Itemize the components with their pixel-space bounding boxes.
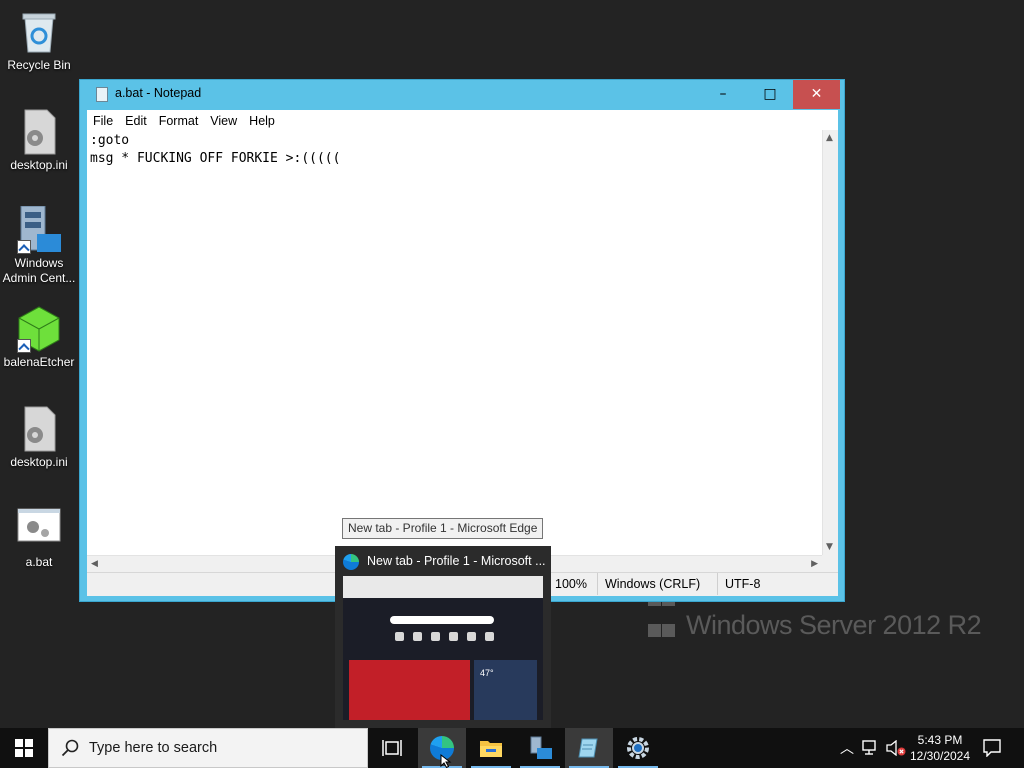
status-encoding: UTF-8 [717, 573, 760, 595]
settings-file-icon [15, 108, 63, 156]
edge-thumbnail-preview[interactable]: New tab - Profile 1 - Microsoft ... 47° [335, 546, 551, 728]
quicklink-icon [395, 632, 404, 641]
taskbar-app-server-manager[interactable] [516, 728, 564, 768]
preview-thumbnail[interactable]: 47° [343, 576, 543, 720]
minimize-button[interactable]: – [700, 80, 746, 109]
desktop-icon-label: Windows Admin Cent... [2, 256, 76, 285]
quicklink-icon [467, 632, 476, 641]
menu-bar: File Edit Format View Help [87, 110, 838, 130]
notepad-icon [578, 738, 598, 758]
window-title: a.bat - Notepad [115, 86, 202, 100]
text-editor[interactable]: :goto msg * FUCKING OFF FORKIE >:((((( [87, 130, 822, 555]
close-button[interactable]: ✕ [793, 80, 840, 109]
search-icon [61, 739, 79, 757]
task-view-button[interactable] [368, 728, 416, 768]
status-line-endings: Windows (CRLF) [597, 573, 700, 595]
scroll-down-icon[interactable]: ▼ [826, 542, 833, 552]
volume-muted-icon[interactable] [886, 740, 906, 756]
taskbar-tooltip: New tab - Profile 1 - Microsoft Edge [342, 518, 544, 539]
shortcut-arrow-icon [17, 339, 31, 353]
weather-temperature: 47° [480, 668, 494, 678]
menu-file[interactable]: File [87, 112, 119, 131]
menu-format[interactable]: Format [153, 112, 205, 131]
notifications-icon[interactable] [983, 739, 1001, 757]
scroll-right-icon[interactable]: ▶ [811, 559, 818, 569]
desktop-icon-label: Recycle Bin [7, 58, 71, 72]
batch-file-icon [15, 505, 63, 553]
desktop-icon-label: a.bat [25, 555, 53, 569]
scroll-corner [822, 555, 838, 572]
clock-time: 5:43 PM [917, 733, 963, 747]
scroll-up-icon[interactable]: ▲ [826, 133, 833, 143]
desktop-icon-recycle-bin[interactable]: Recycle Bin [0, 8, 78, 73]
cube-icon [15, 305, 63, 353]
browser-search-bar [390, 616, 494, 624]
edge-icon [343, 554, 359, 570]
settings-icon [627, 737, 649, 759]
weather-card: 47° [474, 660, 537, 720]
taskbar-app-file-explorer[interactable] [467, 728, 515, 768]
quicklink-icon [485, 632, 494, 641]
network-icon[interactable] [862, 740, 880, 756]
taskbar-app-notepad[interactable] [565, 728, 613, 768]
task-view-icon [382, 740, 402, 756]
system-clock[interactable]: 5:43 PM 12/30/2024 [905, 732, 975, 764]
browser-toolbar [343, 576, 543, 598]
maximize-button[interactable]: □ [747, 80, 793, 109]
news-card [349, 660, 470, 720]
server-manager-icon [530, 736, 552, 759]
vertical-scrollbar[interactable]: ▲ ▼ [822, 130, 838, 555]
settings-file-icon [15, 405, 63, 453]
file-explorer-icon [480, 741, 502, 757]
taskbar-search-box[interactable]: Type here to search [48, 728, 368, 768]
mouse-cursor-icon [440, 754, 452, 768]
clock-date: 12/30/2024 [909, 749, 971, 763]
recycle-bin-icon [15, 8, 63, 56]
scroll-left-icon[interactable]: ◀ [91, 559, 98, 569]
desktop-icon-windows-admin-center[interactable]: Windows Admin Cent... [0, 205, 78, 286]
start-button[interactable] [0, 728, 48, 768]
quicklink-icon [431, 632, 440, 641]
preview-title: New tab - Profile 1 - Microsoft ... [367, 554, 546, 568]
menu-edit[interactable]: Edit [119, 112, 153, 131]
show-hidden-icons-chevron-icon[interactable]: ︿ [840, 738, 854, 758]
desktop-icon-label: desktop.ini [10, 158, 68, 172]
desktop-icon-balenaetcher[interactable]: balenaEtcher [0, 305, 78, 370]
menu-help[interactable]: Help [243, 112, 281, 131]
quicklink-icon [413, 632, 422, 641]
desktop-icon-label: balenaEtcher [3, 355, 75, 369]
taskbar: Type here to search ︿ 5:43 PM 12/30/2024 [0, 728, 1024, 768]
windows-start-icon [15, 739, 33, 757]
menu-view[interactable]: View [204, 112, 243, 131]
taskbar-app-settings[interactable] [614, 728, 662, 768]
server-admin-icon [15, 205, 63, 254]
shortcut-arrow-icon [17, 240, 31, 254]
desktop-icon-desktop-ini[interactable]: desktop.ini [0, 108, 78, 173]
status-zoom: 100% [547, 573, 587, 595]
search-placeholder: Type here to search [89, 740, 218, 756]
quicklink-icon [449, 632, 458, 641]
title-bar[interactable]: a.bat - Notepad – □ ✕ [80, 80, 844, 110]
browser-page: 47° [343, 598, 543, 720]
desktop-icon-a-bat[interactable]: a.bat [0, 505, 78, 570]
notepad-icon [96, 87, 108, 102]
desktop-icon-label: desktop.ini [10, 455, 68, 469]
desktop-icon-desktop-ini-2[interactable]: desktop.ini [0, 405, 78, 470]
